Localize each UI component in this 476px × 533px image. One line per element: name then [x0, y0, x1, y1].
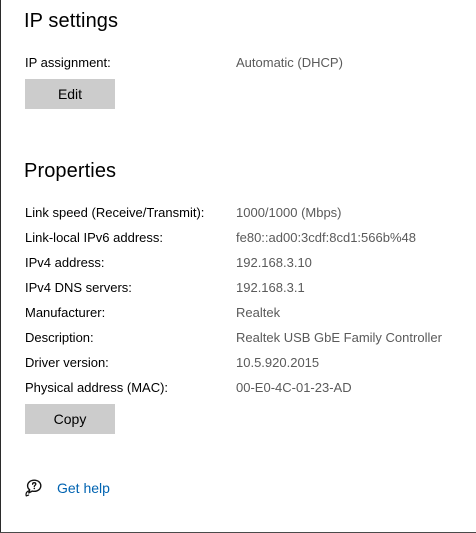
property-label: Link speed (Receive/Transmit):: [25, 205, 205, 220]
properties-heading: Properties: [24, 160, 117, 182]
ip-assignment-label: IP assignment:: [25, 55, 111, 70]
property-label: Physical address (MAC):: [25, 380, 169, 395]
property-value: 192.168.3.1: [236, 280, 305, 295]
window-left-border: [0, 0, 1, 533]
property-row-link-local-ipv6: Link-local IPv6 address: fe80::ad00:3cdf…: [25, 228, 476, 248]
property-label: Manufacturer:: [25, 305, 106, 320]
get-help-row[interactable]: Get help: [25, 477, 110, 499]
property-row-ipv4-address: IPv4 address: 192.168.3.10: [25, 253, 476, 273]
property-label: IPv4 address:: [25, 255, 105, 270]
get-help-link[interactable]: Get help: [57, 480, 110, 496]
property-value: 00-E0-4C-01-23-AD: [236, 380, 352, 395]
property-label: Driver version:: [25, 355, 109, 370]
property-value: 1000/1000 (Mbps): [236, 205, 342, 220]
property-row-ipv4-dns: IPv4 DNS servers: 192.168.3.1: [25, 278, 476, 298]
property-value: Realtek USB GbE Family Controller: [236, 330, 442, 345]
property-row-link-speed: Link speed (Receive/Transmit): 1000/1000…: [25, 203, 476, 223]
ip-assignment-row: IP assignment: Automatic (DHCP): [25, 53, 476, 73]
property-label: IPv4 DNS servers:: [25, 280, 132, 295]
property-value: Realtek: [236, 305, 281, 320]
property-row-driver-version: Driver version: 10.5.920.2015: [25, 353, 476, 373]
chat-help-icon: [25, 479, 42, 497]
property-row-manufacturer: Manufacturer: Realtek: [25, 303, 476, 323]
property-value: fe80::ad00:3cdf:8cd1:566b%48: [236, 230, 416, 245]
property-row-description: Description: Realtek USB GbE Family Cont…: [25, 328, 476, 348]
property-value: 10.5.920.2015: [236, 355, 320, 370]
ip-settings-heading: IP settings: [24, 10, 119, 32]
property-label: Description:: [25, 330, 94, 345]
ip-assignment-value: Automatic (DHCP): [236, 55, 343, 70]
property-row-mac-address: Physical address (MAC): 00-E0-4C-01-23-A…: [25, 378, 476, 398]
property-value: 192.168.3.10: [236, 255, 312, 270]
edit-button[interactable]: Edit: [25, 79, 115, 109]
copy-button[interactable]: Copy: [25, 404, 115, 434]
property-label: Link-local IPv6 address:: [25, 230, 164, 245]
